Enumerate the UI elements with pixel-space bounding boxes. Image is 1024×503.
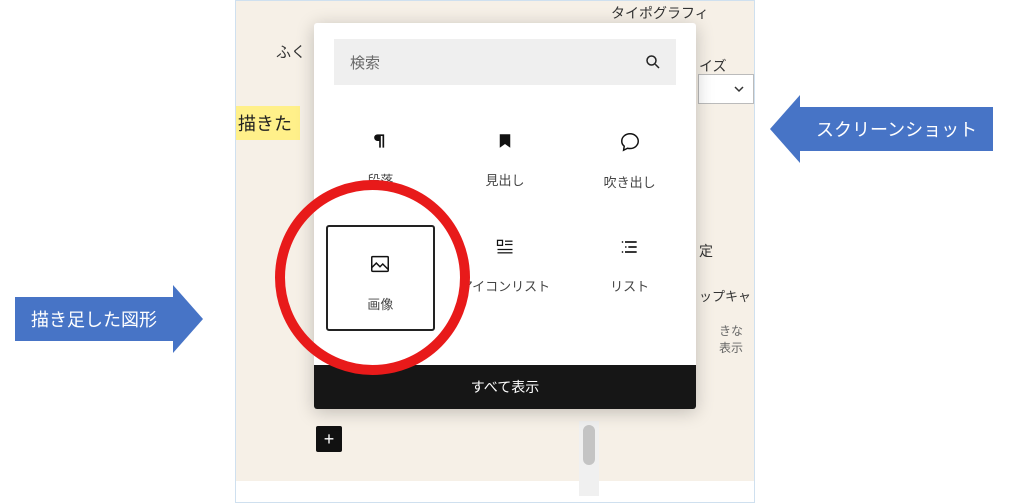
show-all-button[interactable]: すべて表示 (314, 365, 696, 409)
block-label: 段落 (367, 170, 393, 189)
sidebar-settings-fragment: 定 (699, 241, 713, 261)
plus-icon: + (324, 429, 335, 450)
block-image[interactable]: 画像 (326, 225, 435, 331)
sidebar-size-label-fragment: イズ (699, 56, 727, 76)
annotation-arrow-right: スクリーンショット (770, 95, 993, 163)
block-paragraph[interactable]: 段落 (318, 115, 443, 201)
search-icon (644, 53, 662, 76)
block-grid: 段落 見出し 吹き出し 画像 (314, 93, 696, 335)
search-wrap: 検索 (314, 23, 696, 93)
sidebar-dropcap-fragment: ップキャ (699, 286, 751, 305)
block-balloon[interactable]: 吹き出し (567, 115, 692, 201)
scrollbar-thumb[interactable] (583, 425, 595, 465)
bookmark-icon (496, 131, 514, 156)
show-all-label: すべて表示 (471, 377, 539, 397)
pilcrow-icon (370, 131, 390, 156)
block-label: 画像 (367, 294, 393, 313)
add-block-button[interactable]: + (316, 426, 342, 452)
highlighted-text: 描きた (236, 106, 300, 140)
annotation-arrow-left: 描き足した図形 (15, 285, 203, 353)
block-label: アイコンリスト (460, 276, 550, 295)
sidebar-size-dropdown[interactable] (698, 74, 754, 104)
chevron-down-icon (733, 83, 745, 95)
annotation-right-label: スクリーンショット (800, 107, 993, 151)
search-placeholder: 検索 (350, 52, 380, 73)
block-list[interactable]: リスト (567, 221, 692, 335)
sidebar-bigdisplay-fragment: きな表示 (719, 322, 754, 356)
search-input[interactable]: 検索 (334, 39, 676, 85)
block-iconlist[interactable]: アイコンリスト (443, 221, 568, 335)
sidebar-section-typography: タイポグラフィ (611, 3, 709, 23)
iconlist-icon (495, 237, 515, 262)
block-label: 見出し (485, 170, 524, 189)
list-icon (620, 237, 640, 262)
block-label: リスト (610, 276, 649, 295)
block-inserter-popover: 検索 段落 見出し (314, 23, 696, 409)
block-label: 吹き出し (604, 172, 656, 191)
speech-icon (619, 131, 641, 158)
arrow-head-icon (173, 285, 203, 353)
arrow-head-icon (770, 95, 800, 163)
scrollbar-track[interactable] (579, 421, 599, 496)
block-heading[interactable]: 見出し (443, 115, 568, 201)
image-icon (369, 253, 391, 280)
annotation-left-label: 描き足した図形 (15, 297, 173, 341)
author-name-fragment: ふく (276, 41, 306, 62)
screenshot-region: ふく 描きた + タイポグラフィ イズ 定 ップキャ きな表示 検索 (235, 0, 755, 503)
